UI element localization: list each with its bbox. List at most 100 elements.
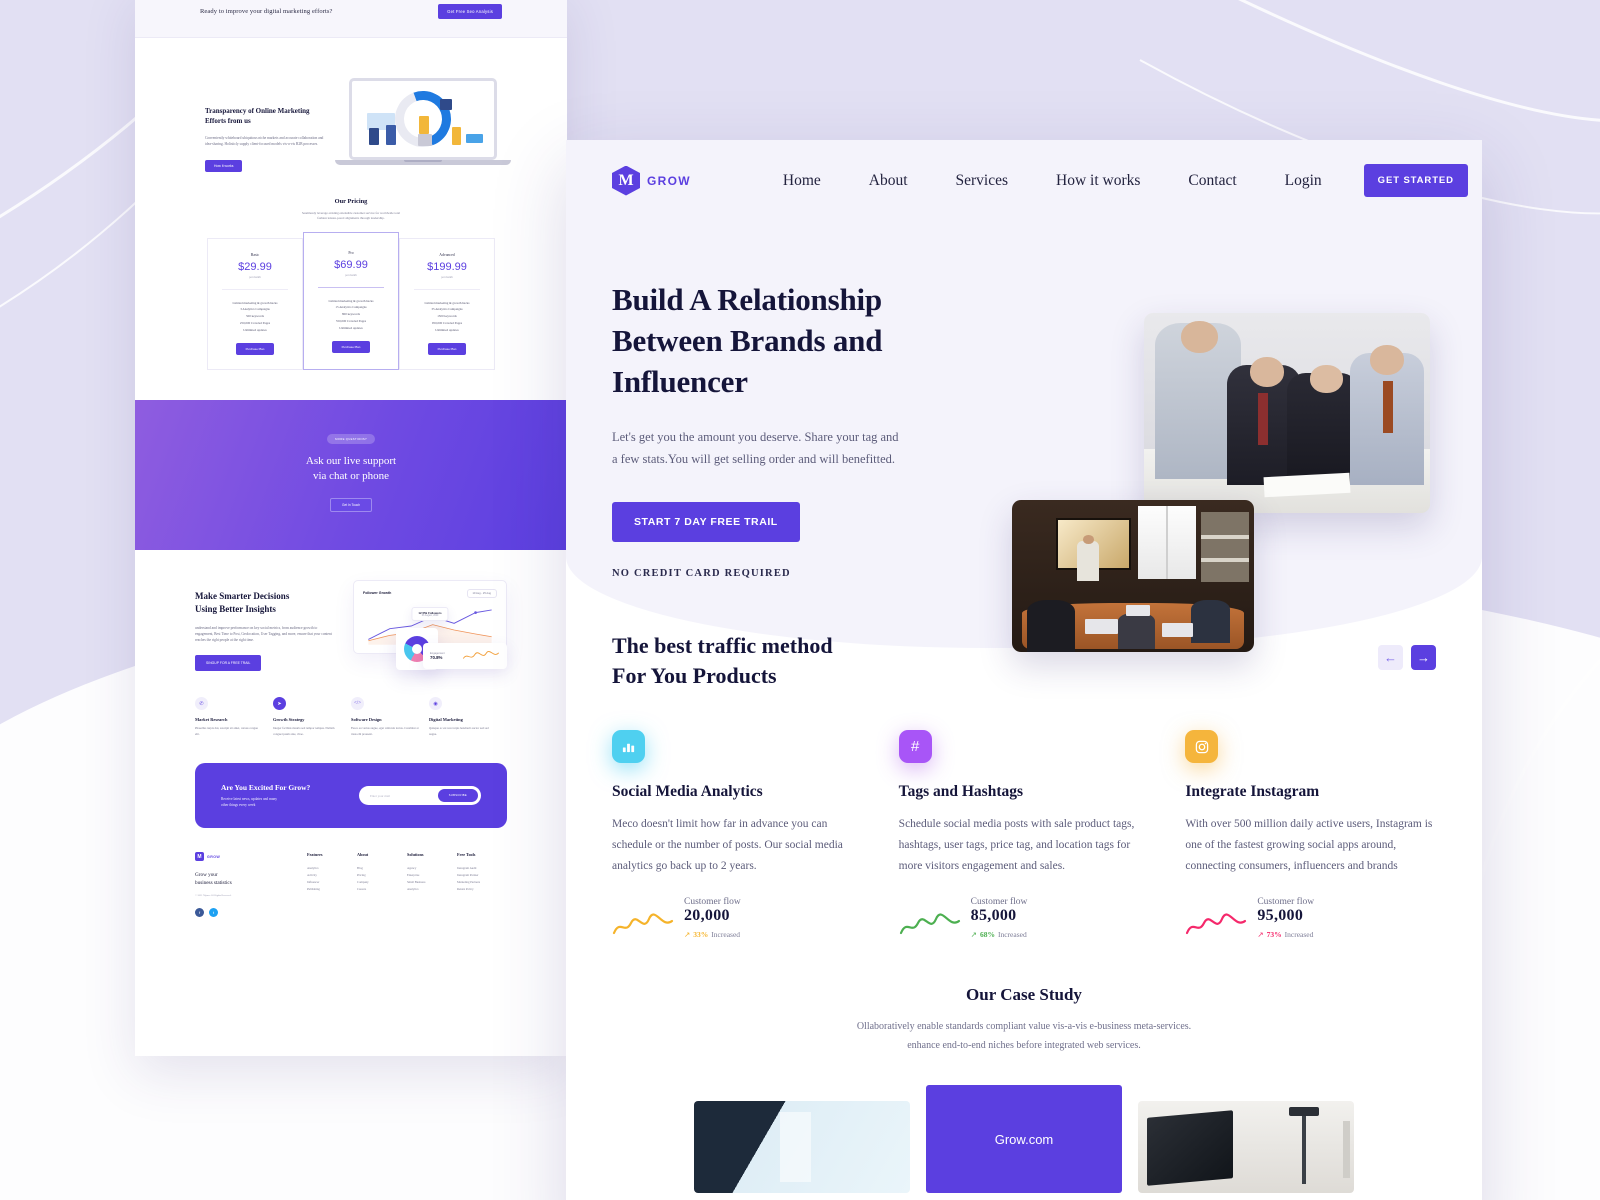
bp-newsletter-banner: Are You Excited For Grow? Receive latest…: [195, 762, 507, 829]
bp-footer-link[interactable]: Marketing Partners: [457, 879, 507, 886]
bp-purchase-plan-button[interactable]: Purchase Plan: [331, 341, 371, 354]
nav-item-login[interactable]: Login: [1261, 172, 1346, 190]
bp-footer-logo-mark: M: [195, 852, 204, 862]
case-study-section: Our Case Study Ollaboratively enable sta…: [566, 985, 1482, 1055]
traffic-title: The best traffic method For You Products: [612, 631, 833, 690]
feature-card-integrate-instagram: Integrate Instagram With over 500 millio…: [1185, 730, 1436, 939]
bp-footer-link[interactable]: Instagram Audit: [457, 865, 507, 872]
bp-plan-price: $29.99: [238, 260, 272, 273]
bp-insights-section: Make Smarter Decisions Using Better Insi…: [135, 550, 567, 672]
feature-increase-pct: 68%: [979, 930, 995, 940]
bp-service-item: ✆ Market Research Phasellus turpis dui, …: [195, 697, 273, 737]
hero-title-line3: Influencer: [612, 364, 748, 400]
bp-footer-link[interactable]: Enterprise: [407, 872, 457, 879]
bp-footer-logo-text: GROW: [207, 854, 221, 859]
nav-menu: Home About Services How it works Contact…: [759, 164, 1468, 197]
bp-service-text: Phasellus turpis dui, suscipit sit amet,…: [195, 726, 258, 736]
feature-card-text: Meco doesn't limit how far in advance yo…: [612, 818, 843, 873]
brand-logo[interactable]: M GROW: [612, 165, 691, 196]
feature-stat-value: 20,000: [684, 907, 730, 925]
bp-pricing-card-pro[interactable]: Pro $69.99 per month Limited marketing &…: [303, 231, 399, 371]
bp-purchase-plan-button[interactable]: Purchase Plan: [427, 343, 467, 356]
nav-item-home[interactable]: Home: [759, 172, 845, 190]
bp-pricing-card-advanced[interactable]: Advanced $199.99 per month Limited marke…: [399, 237, 495, 371]
bp-engagement-value: 70.8%: [430, 655, 443, 661]
bp-dashboard-daterange[interactable]: 19 Aug - 25 Aug: [466, 588, 497, 598]
bp-service-title: Software Design: [351, 717, 382, 723]
bp-support-banner: MORE QUESTIONS? Ask our live support via…: [135, 400, 567, 550]
twitter-icon[interactable]: t: [209, 908, 218, 918]
bp-plan-name: Basic: [250, 252, 260, 257]
bp-footer-logo[interactable]: M GROW: [195, 852, 307, 862]
bp-footer-column-freetools: Free Tools Instagram Audit Instagram Par…: [457, 852, 507, 917]
nav-item-how-it-works[interactable]: How it works: [1032, 172, 1164, 190]
bp-email-input[interactable]: Enter your mail: [362, 794, 438, 798]
feature-card-text: With over 500 million daily active users…: [1185, 818, 1433, 873]
navbar: M GROW Home About Services How it works …: [566, 140, 1482, 197]
facebook-icon[interactable]: f: [195, 908, 204, 918]
bp-footer-link[interactable]: Analytics: [407, 886, 457, 893]
nav-item-contact[interactable]: Contact: [1164, 172, 1260, 190]
bp-signup-trial-button[interactable]: SINGUP FOR A FREE TRAIL: [195, 655, 262, 672]
bp-purchase-plan-button[interactable]: Purchase Plan: [235, 343, 275, 356]
bp-pricing-card-basic[interactable]: Basic $29.99 per month Limited marketing…: [207, 237, 303, 371]
bp-footer-link[interactable]: Activity: [307, 872, 357, 879]
bp-footer-column-features: Features Analytics Activity Influencer P…: [307, 852, 357, 917]
bp-footer-column-about: About Blog Pricing Company Careers: [357, 852, 407, 917]
bp-plan-price: $199.99: [427, 260, 467, 273]
case-study-grow-card[interactable]: Grow.com: [926, 1085, 1122, 1194]
bp-footer-link[interactable]: Agency: [407, 865, 457, 872]
bp-newsletter-title: Are You Excited For Grow?: [221, 782, 311, 792]
bp-footer-link[interactable]: Pricing: [357, 872, 407, 879]
feature-stat-increase: ↗ 73% Increased: [1257, 930, 1314, 939]
bp-chart-tooltip: 12,55k Followers 23 August, 2020: [411, 606, 449, 621]
bp-howitworks-button[interactable]: How It works: [205, 159, 243, 172]
bp-plan-feature: 550,000 Crawled Pages: [335, 318, 367, 323]
carousel-next-arrow-icon[interactable]: →: [1411, 645, 1436, 670]
traffic-title-line2: For You Products: [612, 662, 777, 688]
bp-newsletter-line1: Receive latest news, updates and many: [221, 796, 278, 801]
case-study-line2: enhance end-to-end niches before integra…: [907, 1039, 1141, 1051]
bp-footer-link[interactable]: Instagram Partner: [457, 872, 507, 879]
feature-increase-label: Increased: [1284, 930, 1314, 940]
bp-laptop-illustration: [335, 78, 511, 172]
start-free-trial-button[interactable]: START 7 DAY FREE TRAIL: [612, 502, 800, 543]
bp-footer-link[interactable]: Return Policy: [457, 886, 507, 893]
get-started-button[interactable]: GET STARTED: [1363, 164, 1468, 197]
bp-footer-link[interactable]: Publishing: [307, 886, 357, 893]
bp-footer-link[interactable]: Influencer: [307, 879, 357, 886]
bp-footer-link[interactable]: Blog: [357, 865, 407, 872]
bp-plan-feature: 1500 keywords: [437, 314, 457, 319]
bp-transparency-title: Transparency of Online Marketing Efforts…: [205, 106, 323, 126]
bp-services-list: ✆ Market Research Phasellus turpis dui, …: [135, 671, 567, 737]
feature-stat-label: Customer flow: [684, 897, 741, 908]
feature-stat-label: Customer flow: [1257, 897, 1315, 908]
trend-up-icon: ↗: [970, 930, 977, 940]
bp-footer-link[interactable]: Analytics: [307, 865, 357, 872]
feature-increase-label: Increased: [711, 930, 741, 940]
bp-footer-column-solutions: Solutions Agency Enterprise Small Busine…: [407, 852, 457, 917]
bp-insights-paragraph: understand and improve performance on ke…: [195, 626, 332, 643]
nav-item-services[interactable]: Services: [932, 172, 1033, 190]
bp-seo-analysis-button[interactable]: Get Free Seo Analysis: [438, 4, 502, 19]
bar-chart-icon: [612, 730, 645, 764]
feature-card-tags-and-hashtags: # Tags and Hashtags Schedule social medi…: [898, 730, 1150, 940]
bp-plan-period: per month: [345, 273, 357, 277]
bp-tooltip-date: 23 August, 2020: [421, 614, 439, 617]
bp-pricing-sub-line2: fashion leisure-pored alignments through…: [317, 216, 385, 221]
carousel-prev-arrow-icon[interactable]: ←: [1378, 645, 1403, 670]
sparkline-chart: [612, 913, 674, 935]
bp-transparency-title-line2: Efforts from us: [205, 117, 251, 126]
bp-footer-link[interactable]: Company: [357, 879, 407, 886]
bp-footer-link[interactable]: Small Business: [407, 879, 457, 886]
bp-subscribe-button[interactable]: SUBSCRIBE: [437, 789, 478, 803]
bp-service-title: Digital Marketing: [429, 717, 463, 723]
bp-footer-social: f t: [195, 908, 307, 918]
bp-get-in-touch-button[interactable]: Get In Touch: [329, 497, 372, 512]
bp-plan-features: Limited marketing & growth hacks 3 Analy…: [216, 300, 294, 334]
bp-service-text: Quisque ac est non turpis hendrerit auct…: [429, 726, 489, 736]
nav-item-about[interactable]: About: [845, 172, 932, 190]
case-study-gallery: Grow.com: [566, 1085, 1482, 1194]
bp-footer-link[interactable]: Careers: [357, 886, 407, 893]
bp-plan-name: Advanced: [439, 252, 455, 257]
